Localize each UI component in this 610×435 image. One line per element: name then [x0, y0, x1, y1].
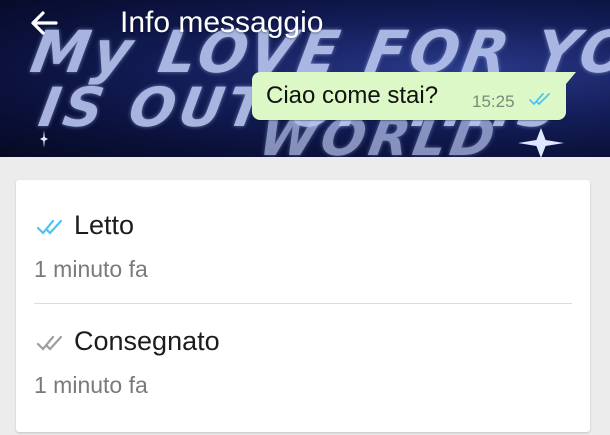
read-label: Letto	[74, 210, 135, 240]
receipt-card: Letto 1 minuto fa Consegnato 1 minuto fa	[16, 180, 590, 432]
message-time: 15:25	[472, 92, 515, 111]
double-check-icon	[36, 216, 68, 236]
delivered-label: Consegnato	[74, 326, 220, 356]
delivered-receipt-row: Consegnato 1 minuto fa	[34, 324, 574, 398]
read-time: 1 minuto fa	[34, 256, 148, 282]
back-arrow-icon[interactable]	[28, 6, 62, 40]
message-bubble[interactable]: Ciao come stai? 15:25	[252, 72, 576, 120]
double-check-icon	[528, 90, 554, 108]
page-title: Info messaggio	[120, 6, 324, 39]
divider	[34, 303, 572, 304]
delivered-time: 1 minuto fa	[34, 372, 148, 398]
message-text: Ciao come stai?	[266, 82, 439, 109]
double-check-icon	[36, 332, 68, 352]
read-receipt-row: Letto 1 minuto fa	[34, 208, 574, 282]
chat-header: My LOVE FOR YOU IS OUT OF THIS WORLD Inf…	[0, 0, 610, 157]
